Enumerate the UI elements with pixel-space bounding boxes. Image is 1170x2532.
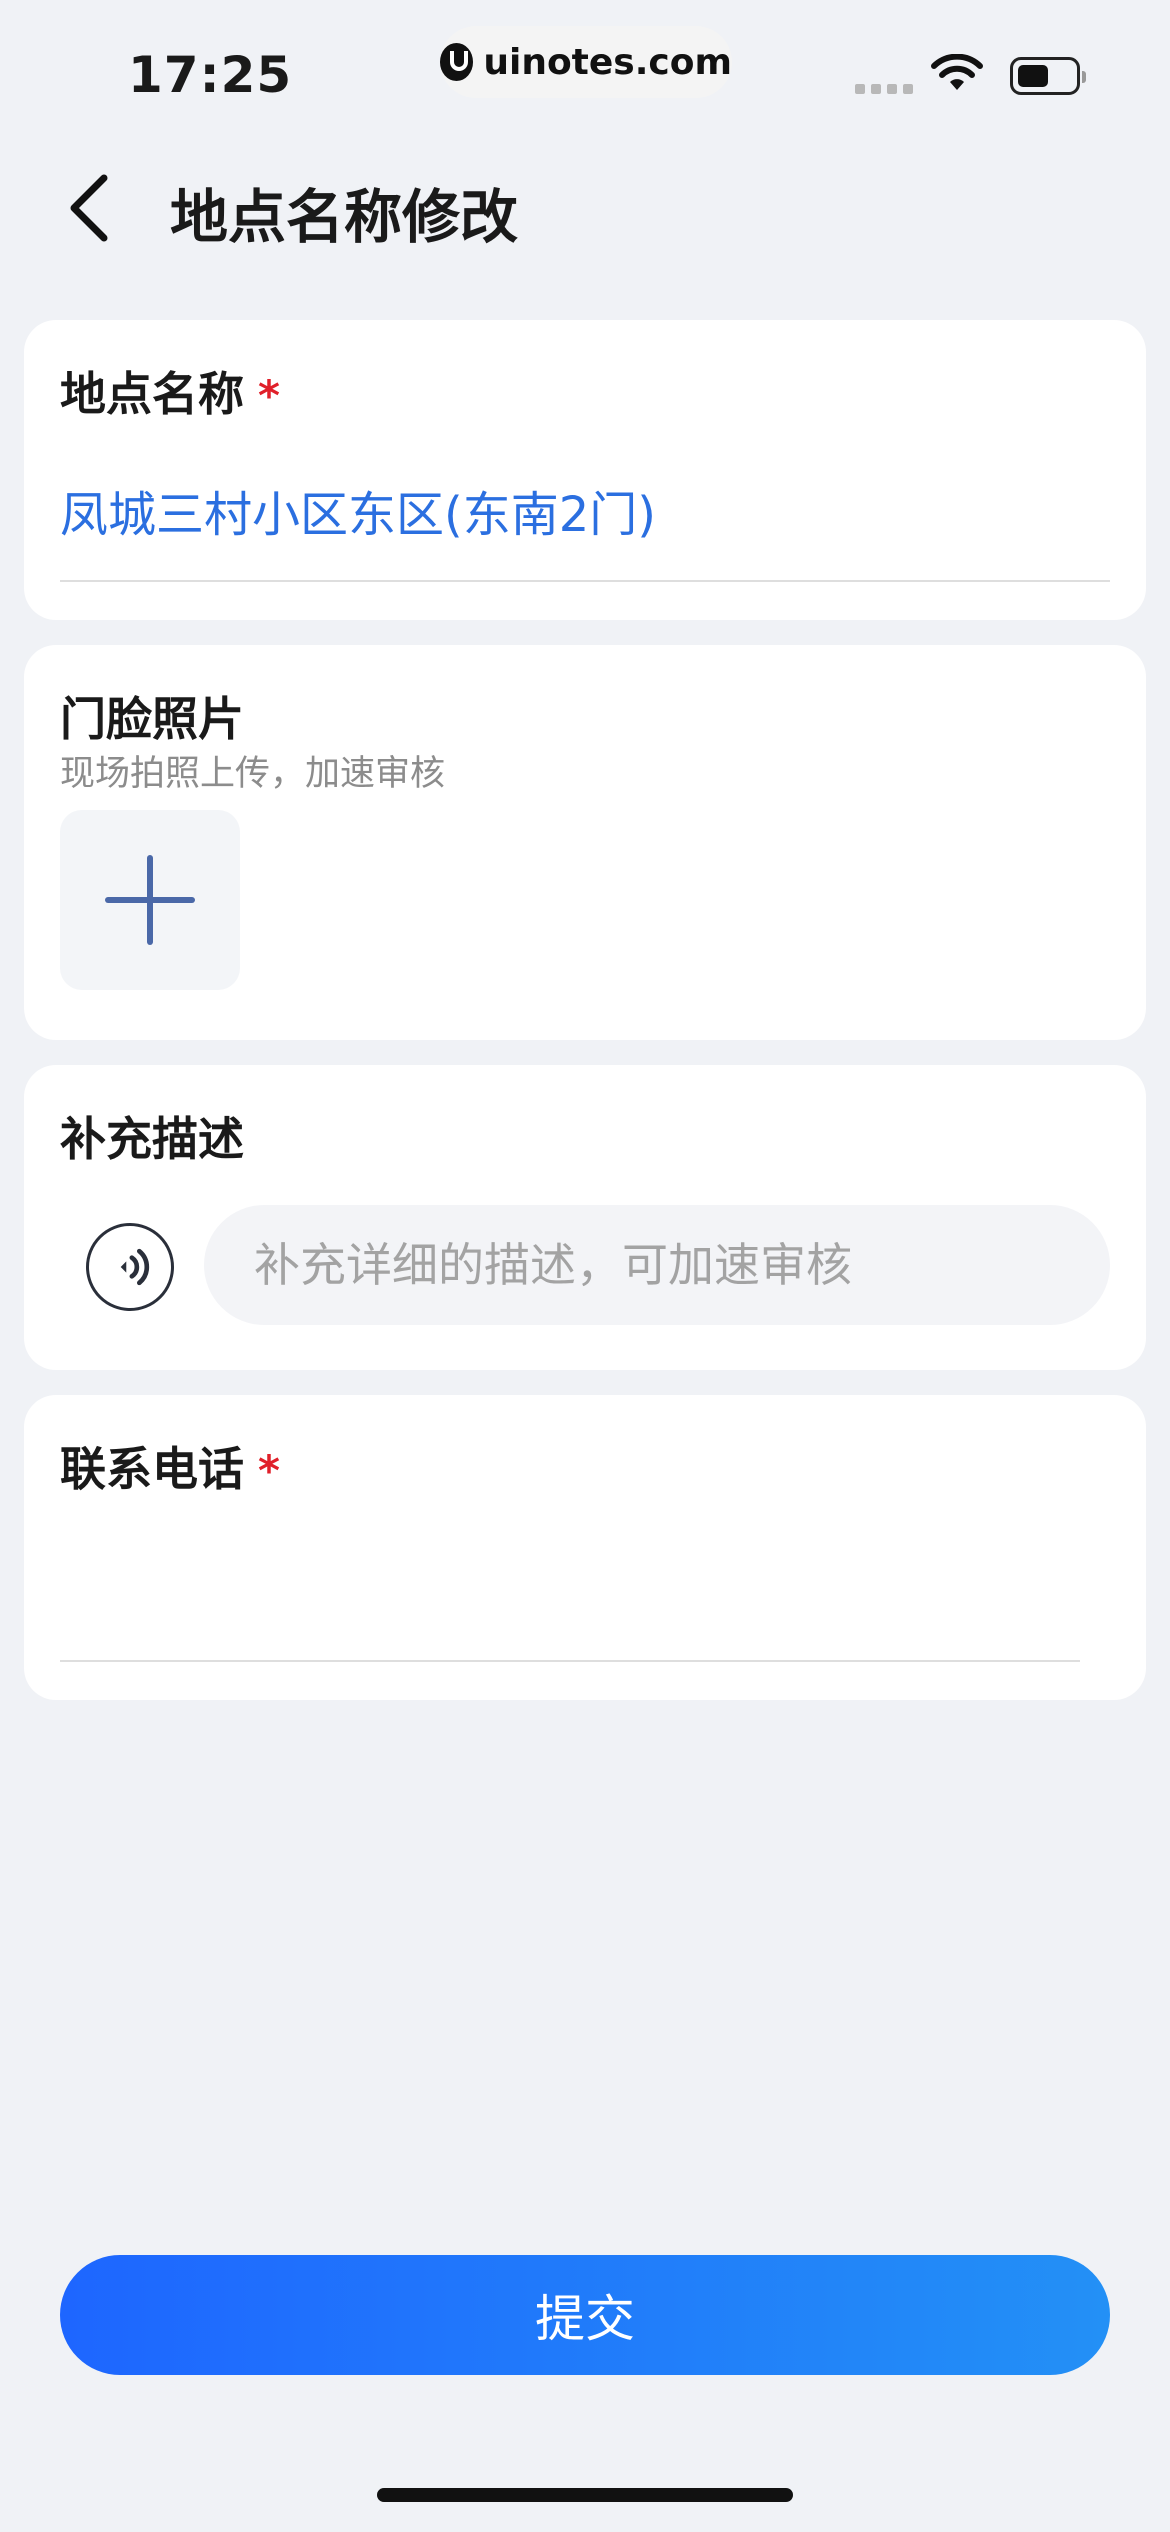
page-title: 地点名称修改 bbox=[170, 183, 519, 251]
description-input[interactable] bbox=[204, 1205, 1110, 1325]
door-photo-card: 门脸照片 现场拍照上传，加速审核 bbox=[24, 645, 1146, 1040]
status-time: 17:25 bbox=[128, 46, 293, 104]
battery-icon bbox=[1010, 57, 1086, 95]
contact-phone-input[interactable] bbox=[60, 1535, 1074, 1637]
place-name-input[interactable]: 凤城三村小区东区(东南2门) bbox=[60, 475, 656, 545]
place-name-label-row: 地点名称 * bbox=[60, 358, 280, 424]
contact-phone-label-row: 联系电话 * bbox=[60, 1433, 280, 1499]
submit-button[interactable]: 提交 bbox=[60, 2255, 1110, 2375]
description-label: 补充描述 bbox=[60, 1112, 244, 1166]
door-photo-label: 门脸照片 bbox=[60, 692, 244, 746]
door-photo-hint: 现场拍照上传，加速审核 bbox=[60, 754, 446, 794]
place-name-label: 地点名称 bbox=[60, 367, 244, 421]
back-chevron-icon[interactable] bbox=[60, 168, 120, 248]
input-underline bbox=[60, 580, 1110, 582]
add-photo-button[interactable] bbox=[60, 810, 240, 990]
signal-icon bbox=[855, 84, 913, 94]
voice-icon[interactable] bbox=[86, 1223, 174, 1311]
required-mark: * bbox=[258, 371, 280, 420]
site-logo-icon bbox=[440, 43, 474, 81]
contact-phone-label: 联系电话 bbox=[60, 1442, 244, 1496]
input-underline bbox=[60, 1660, 1080, 1662]
place-name-card: 地点名称 * 凤城三村小区东区(东南2门) bbox=[24, 320, 1146, 620]
url-pill: uinotes.com bbox=[440, 26, 732, 98]
home-indicator bbox=[377, 2488, 793, 2502]
wifi-icon bbox=[931, 54, 983, 90]
required-mark: * bbox=[258, 1446, 280, 1495]
contact-phone-card: 联系电话 * bbox=[24, 1395, 1146, 1700]
description-card: 补充描述 bbox=[24, 1065, 1146, 1370]
url-text: uinotes.com bbox=[483, 41, 732, 83]
status-bar: 17:25 uinotes.com bbox=[0, 0, 1170, 130]
